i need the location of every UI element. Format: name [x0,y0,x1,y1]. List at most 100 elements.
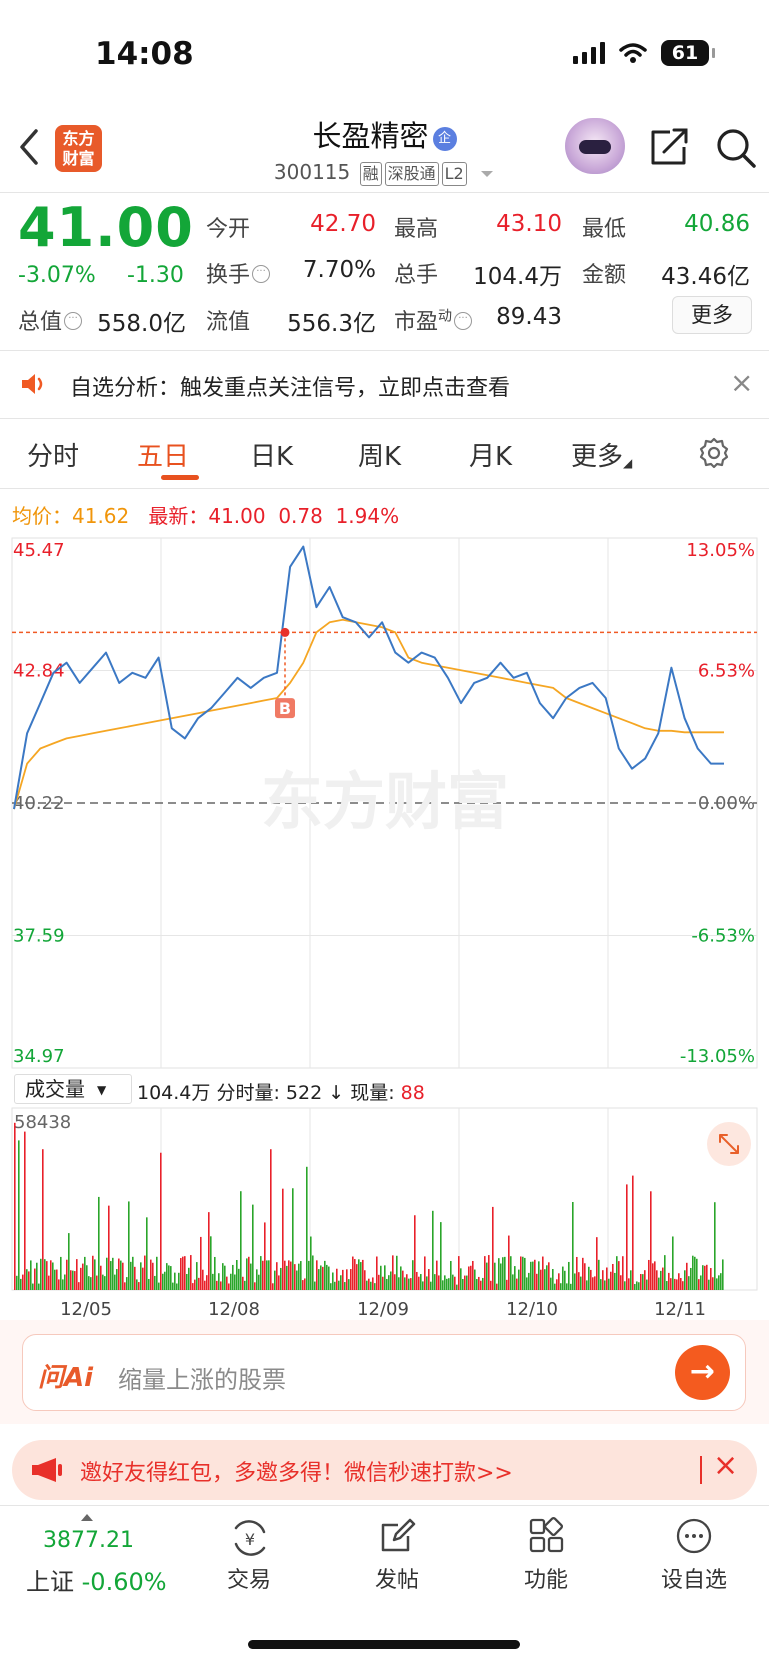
volume-bar [334,1281,336,1290]
tab-intraday[interactable]: 分时 [27,436,79,473]
search-icon[interactable] [715,127,757,169]
volume-bar [520,1256,522,1290]
volume-bar [562,1266,564,1290]
volume-bar [44,1259,46,1290]
post-edit-icon[interactable] [378,1516,418,1556]
volume-bar [310,1236,312,1290]
change-percent: -3.07% [18,263,96,288]
tab-weekly-k[interactable]: 周K [358,436,401,473]
index-label[interactable]: 上证 -0.60% [26,1562,167,1597]
volume-bar [330,1283,332,1290]
volume-bar [308,1260,310,1290]
volume-bar [558,1273,560,1290]
volume-bar [580,1276,582,1290]
pe-label[interactable]: 市盈动 ··· [394,304,473,336]
volume-bar [466,1275,468,1290]
tab-monthly-k[interactable]: 月K [469,436,512,473]
volume-bar [174,1272,176,1290]
volume-bar [588,1266,590,1290]
volume-bar [670,1278,672,1290]
volume-bar [722,1259,724,1290]
volume-bar [246,1258,248,1290]
y-tick-left: 45.47 [13,540,65,561]
settings-gear-icon[interactable] [697,436,731,470]
volume-frame [11,1107,758,1291]
status-icons: 61 [573,40,715,66]
volume-bar [304,1278,306,1290]
y-tick-right: 0.00% [698,793,755,814]
volume-bar [632,1175,634,1290]
volume-bar [132,1256,134,1290]
ask-ai-placeholder[interactable]: 缩量上涨的股票 [118,1360,286,1395]
tab-daily-k[interactable]: 日K [250,436,293,473]
connect-tag: 深股通 [384,162,439,186]
price-chart[interactable]: 东方财富45.47 13.05%42.84 6.53%40.22 0.00%37.59… [0,530,769,1075]
volume-bar [276,1262,278,1290]
volume-bar [506,1279,508,1290]
volume-bar [542,1256,544,1290]
more-options-icon[interactable] [674,1516,714,1556]
volume-bar [30,1260,32,1290]
expand-up-icon[interactable] [80,1512,94,1522]
share-icon[interactable] [648,127,690,167]
svg-text:¥: ¥ [245,1530,255,1549]
last-price: 41.00 [18,196,194,259]
volume-bar [160,1152,162,1290]
volume-bar [282,1188,284,1290]
volume-bar [604,1280,606,1290]
volume-bar [134,1266,136,1290]
volume-bar [638,1282,640,1290]
close-icon[interactable]: × [730,366,753,399]
nav-post[interactable]: 发帖 [347,1562,447,1594]
volume-bar [620,1275,622,1290]
volume-bar [26,1269,28,1290]
volume-bar [70,1270,72,1290]
nav-add-watchlist[interactable]: 设自选 [644,1562,744,1594]
nav-trade[interactable]: 交易 [199,1562,299,1594]
turnover-label[interactable]: 换手 ··· [206,257,271,289]
volume-bar [352,1256,354,1290]
volume-bar [608,1278,610,1290]
volume-bar [72,1270,74,1290]
volume-bar [410,1278,412,1290]
functions-grid-icon[interactable] [527,1516,567,1556]
speaker-icon [22,374,43,394]
volume-bar [152,1262,154,1290]
volume-bar [238,1268,240,1290]
market-cap-label[interactable]: 总值 ··· [18,304,83,336]
ask-ai-submit-button[interactable]: → [675,1345,730,1400]
volume-bar [80,1267,82,1290]
volume-bar [566,1283,568,1290]
index-value[interactable]: 3877.21 [43,1528,134,1553]
invite-text[interactable]: 邀好友得红包，多邀多得！微信秒速打款>> [80,1455,513,1487]
high-label: 最高 [394,217,439,242]
tab-more[interactable]: 更多◢ [571,436,632,473]
trade-icon[interactable]: ¥ [228,1518,272,1558]
nav-functions[interactable]: 功能 [496,1562,596,1594]
volume-bar [710,1268,712,1290]
volume-bar [432,1210,434,1290]
alert-message[interactable]: 自选分析：触发重点关注信号，立即点击查看 [70,370,510,402]
volume-bar [386,1278,388,1290]
volume-bar [212,1273,214,1290]
more-quote-button[interactable]: 更多 [672,296,752,334]
volume-bar [296,1270,298,1290]
volume-bar [696,1258,698,1290]
volume-bar [622,1256,624,1290]
volume-bar [312,1255,314,1290]
indicator-selector[interactable]: 成交量 ▼ [14,1074,132,1104]
volume-bar [442,1280,444,1290]
volume-bar [422,1281,424,1290]
volume-bar [340,1275,342,1290]
volume-bar [52,1262,54,1290]
y-tick-right: 13.05% [686,540,755,561]
volume-chart[interactable]: 58438 12/05 12/08 12/09 12/10 12/11 [0,1105,769,1320]
tab-five-day[interactable]: 五日 [137,436,189,473]
volume-bar [336,1268,338,1290]
close-icon[interactable]: × [713,1448,738,1483]
y-tick-left: 37.59 [13,926,65,947]
volume-bar [302,1280,304,1290]
robot-assistant-avatar[interactable] [565,118,625,174]
volume-bar [554,1283,556,1290]
open-value: 42.70 [310,211,376,237]
